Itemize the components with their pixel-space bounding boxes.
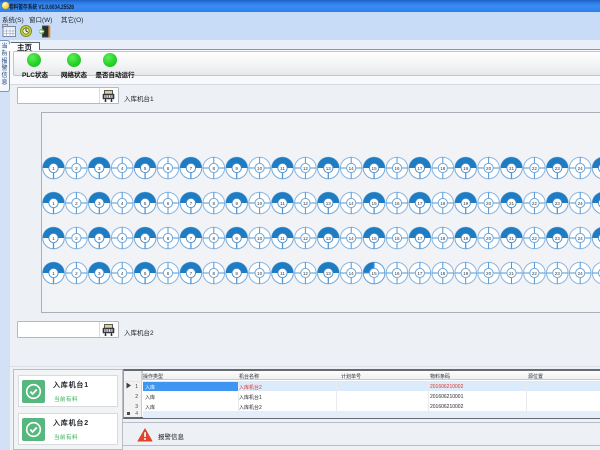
svg-text:20: 20 [486, 236, 492, 241]
svg-text:24: 24 [578, 166, 584, 171]
svg-text:24: 24 [578, 201, 584, 206]
svg-text:2: 2 [75, 236, 78, 241]
svg-text:10: 10 [257, 236, 263, 241]
svg-text:15: 15 [372, 271, 378, 276]
svg-text:17: 17 [417, 201, 423, 206]
svg-text:21: 21 [509, 201, 515, 206]
svg-text:7: 7 [190, 271, 193, 276]
svg-text:6: 6 [167, 271, 170, 276]
svg-text:8: 8 [213, 236, 216, 241]
svg-text:2: 2 [75, 271, 78, 276]
svg-text:2: 2 [75, 201, 78, 206]
svg-text:17: 17 [417, 166, 423, 171]
svg-text:5: 5 [144, 201, 147, 206]
svg-text:11: 11 [280, 271, 285, 276]
svg-text:9: 9 [235, 166, 238, 171]
svg-text:16: 16 [394, 271, 400, 276]
svg-text:11: 11 [280, 166, 285, 171]
svg-text:4: 4 [121, 166, 124, 171]
svg-text:5: 5 [144, 236, 147, 241]
svg-text:7: 7 [190, 236, 193, 241]
svg-text:13: 13 [326, 236, 332, 241]
svg-text:15: 15 [372, 166, 378, 171]
svg-text:23: 23 [555, 166, 561, 171]
svg-text:19: 19 [463, 271, 469, 276]
svg-text:11: 11 [280, 236, 285, 241]
svg-text:1: 1 [52, 201, 55, 206]
svg-text:18: 18 [440, 271, 446, 276]
svg-text:15: 15 [372, 201, 378, 206]
svg-text:17: 17 [417, 271, 423, 276]
svg-text:12: 12 [303, 201, 309, 206]
svg-text:14: 14 [349, 271, 355, 276]
svg-text:23: 23 [555, 236, 561, 241]
svg-text:18: 18 [440, 201, 446, 206]
svg-text:20: 20 [486, 201, 492, 206]
svg-text:20: 20 [486, 166, 492, 171]
svg-text:8: 8 [213, 166, 216, 171]
svg-text:13: 13 [326, 166, 332, 171]
svg-text:12: 12 [303, 166, 309, 171]
svg-text:20: 20 [486, 271, 492, 276]
svg-text:13: 13 [326, 271, 332, 276]
svg-text:2: 2 [75, 166, 78, 171]
svg-text:9: 9 [235, 201, 238, 206]
svg-text:7: 7 [190, 166, 193, 171]
svg-text:23: 23 [555, 271, 561, 276]
svg-text:19: 19 [463, 236, 469, 241]
svg-text:16: 16 [394, 201, 400, 206]
svg-text:3: 3 [98, 166, 101, 171]
svg-text:24: 24 [578, 236, 584, 241]
svg-text:10: 10 [257, 166, 263, 171]
svg-text:16: 16 [394, 236, 400, 241]
svg-text:19: 19 [463, 201, 469, 206]
svg-text:18: 18 [440, 236, 446, 241]
svg-text:12: 12 [303, 236, 309, 241]
svg-text:14: 14 [349, 236, 355, 241]
svg-text:22: 22 [532, 166, 538, 171]
svg-text:3: 3 [98, 201, 101, 206]
svg-text:10: 10 [257, 201, 263, 206]
svg-text:4: 4 [121, 236, 124, 241]
svg-text:1: 1 [52, 166, 55, 171]
svg-text:17: 17 [417, 236, 423, 241]
svg-text:4: 4 [121, 271, 124, 276]
svg-text:3: 3 [98, 236, 101, 241]
svg-text:9: 9 [235, 236, 238, 241]
svg-text:5: 5 [144, 166, 147, 171]
svg-text:8: 8 [213, 271, 216, 276]
svg-text:16: 16 [394, 166, 400, 171]
svg-text:4: 4 [121, 201, 124, 206]
svg-text:21: 21 [509, 236, 515, 241]
svg-text:24: 24 [578, 271, 584, 276]
svg-text:18: 18 [440, 166, 446, 171]
svg-text:13: 13 [326, 201, 332, 206]
svg-text:21: 21 [509, 166, 515, 171]
svg-text:14: 14 [349, 201, 355, 206]
svg-text:19: 19 [463, 166, 469, 171]
svg-text:22: 22 [532, 201, 538, 206]
svg-text:22: 22 [532, 236, 538, 241]
svg-text:12: 12 [303, 271, 309, 276]
svg-text:1: 1 [52, 236, 55, 241]
svg-text:3: 3 [98, 271, 101, 276]
svg-text:21: 21 [509, 271, 515, 276]
svg-text:10: 10 [257, 271, 263, 276]
svg-text:23: 23 [555, 201, 561, 206]
svg-text:5: 5 [144, 271, 147, 276]
svg-text:15: 15 [372, 236, 378, 241]
svg-text:7: 7 [190, 201, 193, 206]
svg-text:6: 6 [167, 201, 170, 206]
svg-text:1: 1 [52, 271, 55, 276]
svg-text:11: 11 [280, 201, 285, 206]
svg-text:9: 9 [235, 271, 238, 276]
svg-text:6: 6 [167, 236, 170, 241]
svg-text:22: 22 [532, 271, 538, 276]
svg-text:8: 8 [213, 201, 216, 206]
svg-text:6: 6 [167, 166, 170, 171]
svg-text:14: 14 [349, 166, 355, 171]
